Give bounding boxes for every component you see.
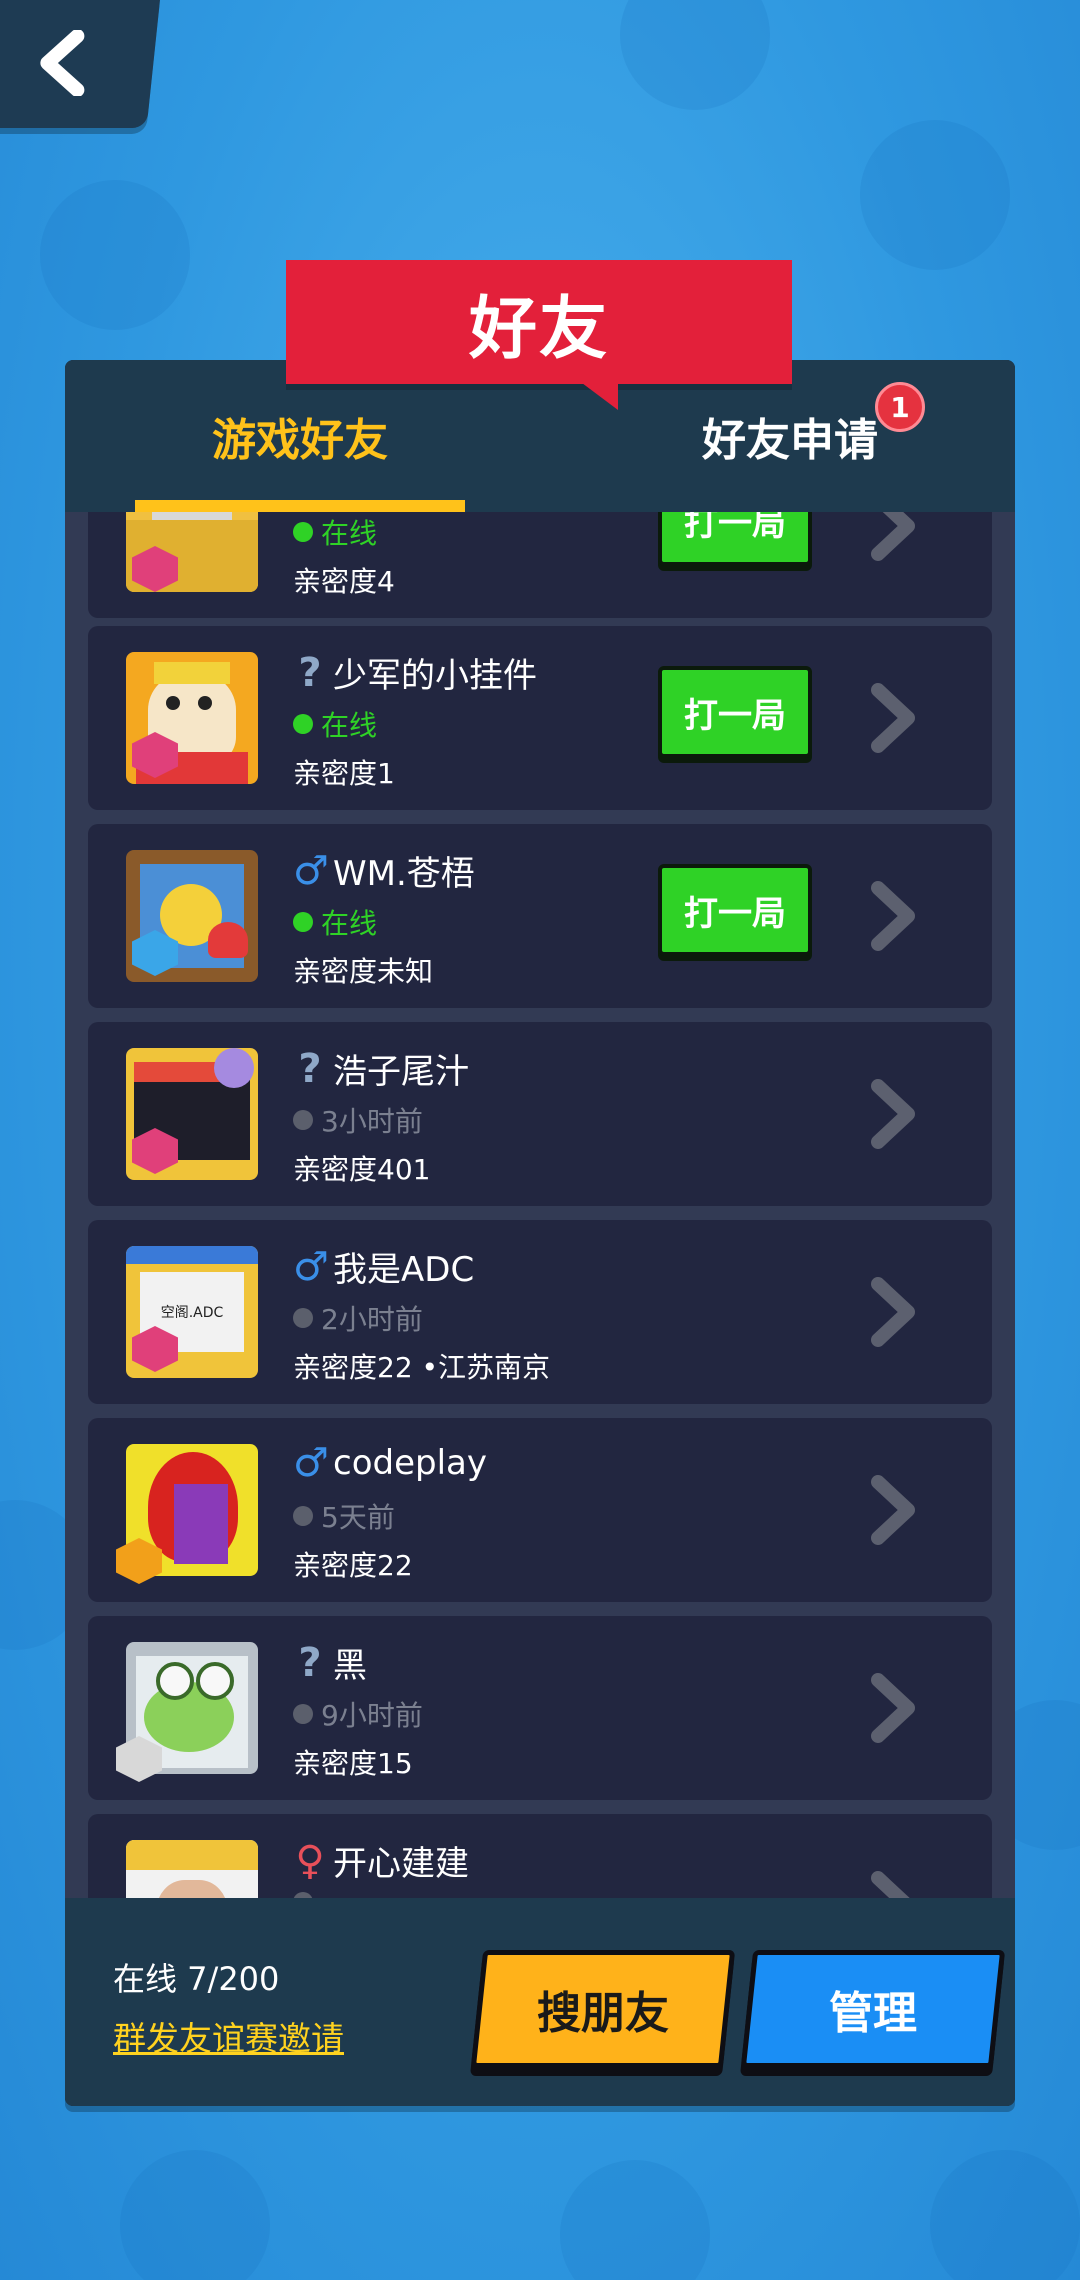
friend-card[interactable]: ♂ WM.苍梧 在线 亲密度未知 打一局 xyxy=(88,824,992,1008)
friend-status: 2小时前 xyxy=(321,1303,423,1336)
friend-card[interactable]: ? 少军的小挂件 在线 亲密度1 打一局 xyxy=(88,626,992,810)
friend-intimacy: 亲密度未知 xyxy=(293,955,434,988)
online-dot-icon xyxy=(293,912,313,932)
status-row: 在线 xyxy=(293,902,377,942)
friend-name: 我是ADC xyxy=(333,1250,475,1290)
friend-list[interactable]: ? 在线 亲密度4 打一局 ? xyxy=(65,512,1015,1898)
friend-intimacy: 亲密度22 •江苏南京 xyxy=(293,1351,551,1384)
online-dot-icon xyxy=(293,522,313,542)
search-friends-label: 搜朋友 xyxy=(537,1988,669,2039)
offline-dot-icon xyxy=(293,1110,313,1130)
friend-name: 少军的小挂件 xyxy=(333,656,537,696)
name-row: ♂ 我是ADC xyxy=(293,1242,474,1291)
chevron-right-icon[interactable] xyxy=(868,1870,920,1898)
avatar-caption: 空阁.ADC xyxy=(160,1305,224,1321)
offline-dot-icon xyxy=(293,1506,313,1526)
play-button[interactable]: 打一局 xyxy=(658,512,812,566)
friend-name: 黑 xyxy=(333,1646,367,1686)
friend-name: WM.苍梧 xyxy=(333,854,475,894)
friend-card[interactable]: ? 浩子尾汁 3小时前 亲密度401 xyxy=(88,1022,992,1206)
title-banner-tail xyxy=(578,380,618,410)
friend-card[interactable]: 空阁.ADC ♂ 我是ADC 2小时前 亲密度22 •江苏南京 xyxy=(88,1220,992,1404)
friend-intimacy: 亲密度1 xyxy=(293,757,395,790)
gender-icon: ? xyxy=(298,1639,322,1686)
gender-icon: ♀ xyxy=(295,1837,325,1884)
friend-status: 在线 xyxy=(321,709,378,742)
offline-dot-icon xyxy=(293,1308,313,1328)
friend-status: 5天前 xyxy=(321,1501,395,1534)
friend-card[interactable]: ♀ 开心建建 xyxy=(88,1814,992,1898)
active-tab-indicator xyxy=(135,500,465,512)
chevron-right-icon[interactable] xyxy=(868,1672,920,1744)
friend-card[interactable]: ? 在线 亲密度4 打一局 xyxy=(88,512,992,618)
friend-card[interactable]: ? 黑 9小时前 亲密度15 xyxy=(88,1616,992,1800)
gender-icon: ♂ xyxy=(293,1440,329,1486)
footer-bar: 在线 7/200 群发友谊赛邀请 搜朋友 管理 xyxy=(65,1898,1015,2106)
friend-status: 3小时前 xyxy=(321,1105,423,1138)
friend-intimacy: 亲密度4 xyxy=(293,565,395,598)
friend-intimacy: 亲密度401 xyxy=(293,1153,431,1186)
friend-name: 浩子尾汁 xyxy=(333,1052,469,1092)
status-row: 3小时前 xyxy=(293,1100,423,1140)
chevron-right-icon[interactable] xyxy=(868,1474,920,1546)
gender-icon: ♂ xyxy=(293,847,329,894)
back-button[interactable] xyxy=(0,0,160,128)
friend-name: 开心建建 xyxy=(333,1844,469,1884)
group-invite-link[interactable]: 群发友谊赛邀请 xyxy=(113,2012,344,2060)
name-row: ? 黑 xyxy=(293,1638,367,1687)
chevron-right-icon[interactable] xyxy=(868,1276,920,1348)
play-button[interactable]: 打一局 xyxy=(658,666,812,758)
friend-status: 9小时前 xyxy=(321,1699,423,1732)
status-row: 9小时前 xyxy=(293,1694,423,1734)
status-row: 在线 xyxy=(293,704,377,744)
back-arrow-icon xyxy=(40,30,85,96)
friends-panel: 游戏好友 好友申请 1 ? 在线 亲密度4 打一局 xyxy=(65,360,1015,2106)
status-row: 2小时前 xyxy=(293,1298,423,1338)
name-row: ♀ 开心建建 xyxy=(293,1836,469,1885)
manage-button[interactable]: 管理 xyxy=(740,1950,1006,2068)
friend-name: codeplay xyxy=(333,1443,487,1483)
chevron-right-icon[interactable] xyxy=(868,682,920,754)
offline-dot-icon xyxy=(293,1704,313,1724)
name-row: ♂ codeplay xyxy=(293,1440,487,1486)
notification-badge: 1 xyxy=(875,382,925,432)
name-row: ? 少军的小挂件 xyxy=(293,648,537,697)
gender-icon: ♂ xyxy=(293,1243,329,1290)
page-title: 好友 xyxy=(286,260,792,384)
chevron-right-icon[interactable] xyxy=(868,512,920,562)
friend-card[interactable]: ♂ codeplay 5天前 亲密度22 xyxy=(88,1418,992,1602)
chevron-right-icon[interactable] xyxy=(868,880,920,952)
search-friends-button[interactable]: 搜朋友 xyxy=(470,1950,736,2068)
friend-intimacy: 亲密度15 xyxy=(293,1747,413,1780)
manage-label: 管理 xyxy=(829,1988,917,2039)
online-dot-icon xyxy=(293,714,313,734)
friend-intimacy: 亲密度22 xyxy=(293,1549,413,1582)
gender-icon: ? xyxy=(298,649,322,696)
status-row: 在线 xyxy=(293,512,377,552)
name-row: ♂ WM.苍梧 xyxy=(293,846,475,895)
friend-status: 在线 xyxy=(321,907,378,940)
online-count: 在线 7/200 xyxy=(113,1960,280,1998)
name-row: ? 浩子尾汁 xyxy=(293,1044,469,1093)
friend-status: 在线 xyxy=(321,517,378,550)
play-button[interactable]: 打一局 xyxy=(658,864,812,956)
status-row: 5天前 xyxy=(293,1496,395,1536)
gender-icon: ? xyxy=(298,1045,322,1092)
chevron-right-icon[interactable] xyxy=(868,1078,920,1150)
avatar[interactable] xyxy=(126,1840,258,1898)
